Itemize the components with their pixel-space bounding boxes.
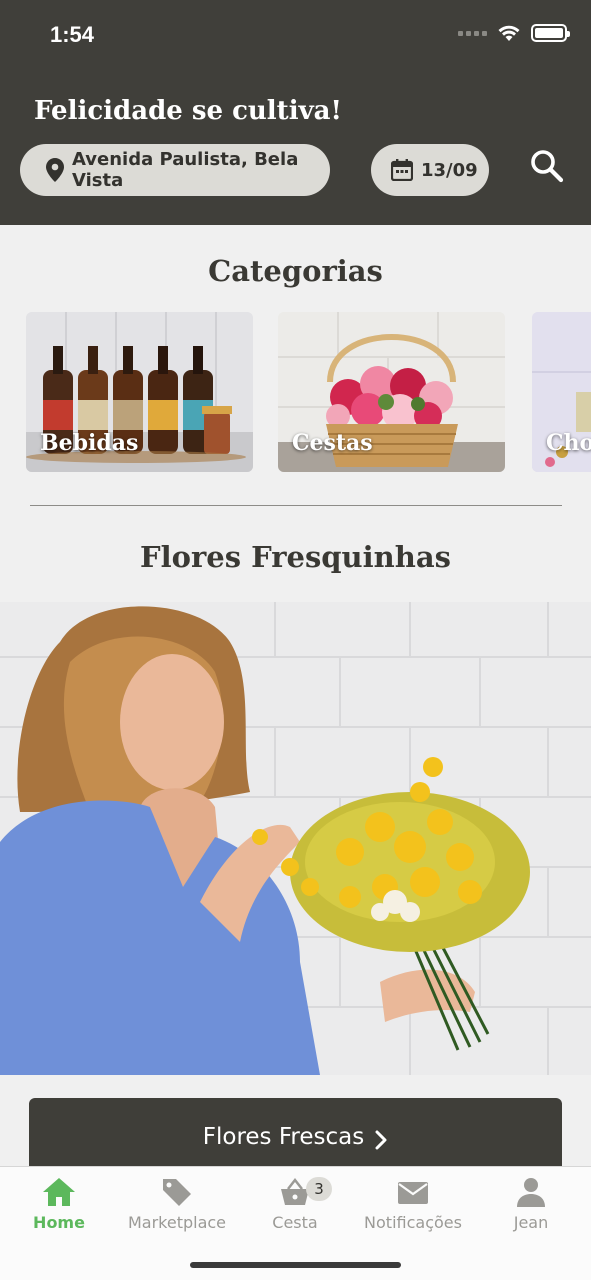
mail-icon [398,1182,428,1204]
category-label: Cestas [292,430,373,456]
tab-notificacoes[interactable]: Notificações [354,1177,472,1232]
category-card-bebidas[interactable]: Bebidas [26,312,253,472]
user-icon [517,1178,545,1207]
status-bar: 1:54 [0,0,591,70]
date-text: 13/09 [421,159,478,181]
tab-label: Home [33,1213,85,1232]
section-divider [30,505,562,506]
tab-profile[interactable]: Jean [472,1177,590,1232]
search-button[interactable] [527,146,567,186]
status-time: 1:54 [50,22,95,47]
featured-hero-image[interactable] [0,602,591,1075]
tagline: Felicidade se cultiva! [34,96,342,126]
category-card-chocolates[interactable]: Cho [532,312,591,472]
tab-cesta[interactable]: 3 Cesta [236,1177,354,1232]
status-icons [458,24,570,42]
category-label: Bebidas [40,430,139,456]
category-label: Cho [546,430,591,456]
tab-marketplace[interactable]: Marketplace [118,1177,236,1232]
calendar-icon [391,159,413,181]
wifi-icon [498,25,520,41]
home-icon [43,1178,75,1206]
home-indicator [190,1262,401,1268]
cart-count-badge: 3 [306,1177,332,1201]
tab-label: Notificações [364,1213,462,1232]
tab-label: Cesta [272,1213,318,1232]
tab-label: Jean [513,1213,549,1232]
location-selector[interactable]: Avenida Paulista, Bela Vista [20,144,330,196]
woman-with-flowers-image [0,602,591,1075]
category-card-cestas[interactable]: Cestas [278,312,505,472]
featured-title: Flores Fresquinhas [140,540,451,574]
date-selector[interactable]: 13/09 [371,144,489,196]
tab-home[interactable]: Home [0,1177,118,1232]
search-icon [531,150,564,183]
location-text: Avenida Paulista, Bela Vista [72,149,299,191]
tab-label: Marketplace [127,1213,227,1232]
cellular-signal-icon [458,30,487,36]
tag-icon [163,1179,191,1206]
chevron-right-icon [375,1130,387,1150]
location-pin-icon [46,158,64,182]
header: 1:54 Felicidade se cultiva! Avenida Paul… [0,0,591,225]
categories-title: Categorias [208,254,383,288]
battery-icon [531,24,570,42]
